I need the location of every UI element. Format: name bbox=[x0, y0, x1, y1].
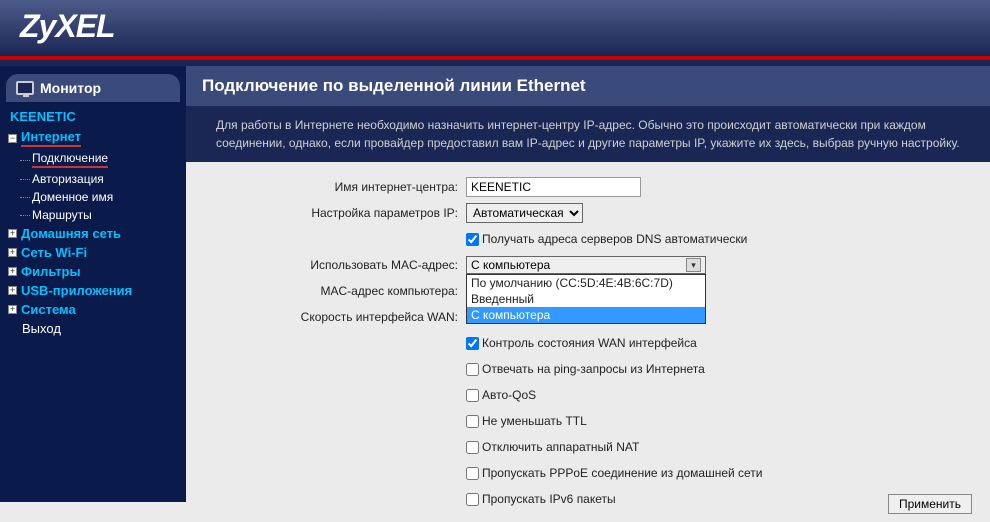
nav-internet-link[interactable]: Интернет bbox=[21, 129, 81, 147]
page-title: Подключение по выделенной линии Ethernet bbox=[202, 76, 974, 96]
dns-auto-label[interactable]: Получать адреса серверов DNS автоматичес… bbox=[466, 232, 970, 246]
pppoe-text: Пропускать PPPoE соединение из домашней … bbox=[482, 466, 763, 480]
monitor-label: Монитор bbox=[40, 80, 101, 96]
pppoe-checkbox[interactable] bbox=[466, 467, 479, 480]
name-input[interactable] bbox=[466, 177, 641, 197]
device-name: KEENETIC bbox=[8, 106, 178, 127]
mac-select-display[interactable]: С компьютера ▾ bbox=[466, 256, 706, 274]
label-mac-pc: MAC-адрес компьютера: bbox=[206, 284, 466, 298]
wan-control-label[interactable]: Контроль состояния WAN интерфейса bbox=[466, 336, 970, 350]
ipv6-text: Пропускать IPv6 пакеты bbox=[482, 492, 616, 506]
nav-domain[interactable]: Доменное имя bbox=[8, 188, 178, 206]
autoqos-checkbox[interactable] bbox=[466, 389, 479, 402]
monitor-icon bbox=[16, 81, 34, 95]
ttl-text: Не уменьшать TTL bbox=[482, 414, 587, 428]
ping-checkbox[interactable] bbox=[466, 363, 479, 376]
nav-connection-link[interactable]: Подключение bbox=[32, 151, 108, 168]
nav-exit[interactable]: Выход bbox=[8, 319, 178, 338]
mac-select[interactable]: С компьютера ▾ По умолчанию (CC:5D:4E:4B… bbox=[466, 256, 706, 274]
expand-icon[interactable]: + bbox=[8, 229, 17, 238]
tree-line-icon bbox=[20, 215, 30, 216]
dns-auto-text: Получать адреса серверов DNS автоматичес… bbox=[482, 232, 747, 246]
chevron-down-icon[interactable]: ▾ bbox=[686, 258, 701, 272]
nav-auth[interactable]: Авторизация bbox=[8, 170, 178, 188]
autoqos-label[interactable]: Авто-QoS bbox=[466, 388, 970, 402]
form-area: Имя интернет-центра: Настройка параметро… bbox=[186, 162, 990, 522]
ttl-label[interactable]: Не уменьшать TTL bbox=[466, 414, 970, 428]
nat-label[interactable]: Отключить аппаратный NAT bbox=[466, 440, 970, 454]
dns-auto-checkbox[interactable] bbox=[466, 233, 479, 246]
label-ip: Настройка параметров IP: bbox=[206, 206, 466, 220]
nav-usb[interactable]: + USB-приложения bbox=[8, 281, 178, 300]
page-description: Для работы в Интернете необходимо назнач… bbox=[186, 106, 990, 162]
nat-checkbox[interactable] bbox=[466, 441, 479, 454]
main-panel: Подключение по выделенной линии Ethernet… bbox=[186, 66, 990, 502]
tree-line-icon bbox=[20, 197, 30, 198]
label-wan-speed: Скорость интерфейса WAN: bbox=[206, 310, 466, 324]
nav-routes[interactable]: Маршруты bbox=[8, 206, 178, 224]
label-name: Имя интернет-центра: bbox=[206, 180, 466, 194]
nav-internet[interactable]: − Интернет bbox=[8, 127, 178, 149]
label-mac: Использовать MAC-адрес: bbox=[206, 258, 466, 272]
ttl-checkbox[interactable] bbox=[466, 415, 479, 428]
autoqos-text: Авто-QoS bbox=[482, 388, 536, 402]
mac-dropdown: По умолчанию (CC:5D:4E:4B:6C:7D) Введенн… bbox=[466, 274, 706, 324]
ipv6-checkbox[interactable] bbox=[466, 493, 479, 506]
nav-auth-link[interactable]: Авторизация bbox=[32, 172, 104, 186]
tree-line-icon bbox=[20, 160, 30, 161]
expand-icon[interactable]: + bbox=[8, 248, 17, 257]
wan-control-checkbox[interactable] bbox=[466, 337, 479, 350]
nav-system-link[interactable]: Система bbox=[21, 302, 76, 317]
ping-label[interactable]: Отвечать на ping-запросы из Интернета bbox=[466, 362, 970, 376]
wan-control-text: Контроль состояния WAN интерфейса bbox=[482, 336, 697, 350]
expand-icon[interactable]: + bbox=[8, 286, 17, 295]
nav-wifi[interactable]: + Сеть Wi-Fi bbox=[8, 243, 178, 262]
mac-option-entered[interactable]: Введенный bbox=[467, 291, 705, 307]
nav-usb-link[interactable]: USB-приложения bbox=[21, 283, 132, 298]
nav-connection[interactable]: Подключение bbox=[8, 149, 178, 170]
brand-logo: ZyXEL bbox=[0, 0, 990, 45]
nav-home-link[interactable]: Домашняя сеть bbox=[21, 226, 121, 241]
nav-system[interactable]: + Система bbox=[8, 300, 178, 319]
apply-button[interactable]: Применить bbox=[888, 494, 972, 514]
nav-filters[interactable]: + Фильтры bbox=[8, 262, 178, 281]
expand-icon[interactable]: + bbox=[8, 267, 17, 276]
sidebar: Монитор KEENETIC − Интернет Подключение … bbox=[0, 66, 186, 502]
nav-filters-link[interactable]: Фильтры bbox=[21, 264, 81, 279]
collapse-icon[interactable]: − bbox=[8, 134, 17, 143]
expand-icon[interactable]: + bbox=[8, 305, 17, 314]
monitor-tab[interactable]: Монитор bbox=[6, 74, 180, 102]
nav-exit-link[interactable]: Выход bbox=[22, 321, 61, 336]
nat-text: Отключить аппаратный NAT bbox=[482, 440, 639, 454]
mac-option-default[interactable]: По умолчанию (CC:5D:4E:4B:6C:7D) bbox=[467, 275, 705, 291]
pppoe-label[interactable]: Пропускать PPPoE соединение из домашней … bbox=[466, 466, 970, 480]
page-header: Подключение по выделенной линии Ethernet bbox=[186, 66, 990, 106]
nav-home[interactable]: + Домашняя сеть bbox=[8, 224, 178, 243]
mac-select-value: С компьютера bbox=[471, 258, 550, 272]
nav-wifi-link[interactable]: Сеть Wi-Fi bbox=[21, 245, 87, 260]
nav-routes-link[interactable]: Маршруты bbox=[32, 208, 92, 222]
nav-domain-link[interactable]: Доменное имя bbox=[32, 190, 113, 204]
ping-text: Отвечать на ping-запросы из Интернета bbox=[482, 362, 705, 376]
tree-line-icon bbox=[20, 179, 30, 180]
mac-option-computer[interactable]: С компьютера bbox=[467, 307, 705, 323]
ip-select[interactable]: Автоматическая bbox=[466, 203, 583, 223]
app-header: ZyXEL bbox=[0, 0, 990, 56]
